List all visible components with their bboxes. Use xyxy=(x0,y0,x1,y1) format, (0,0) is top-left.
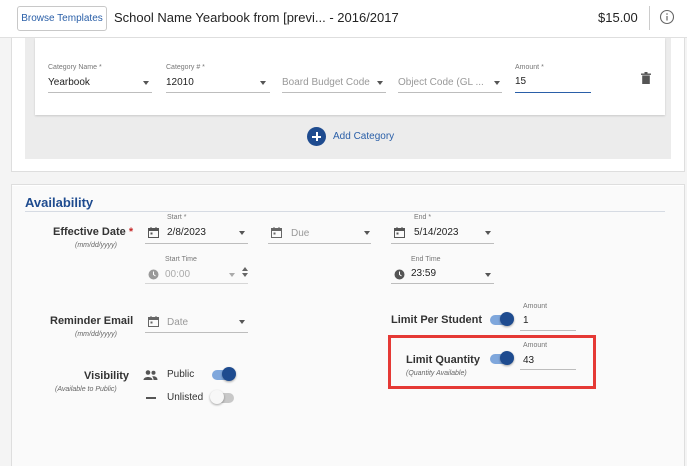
time-spinner-icon[interactable] xyxy=(242,266,248,278)
category-number-label: Category # * xyxy=(166,64,205,71)
chevron-down-icon[interactable] xyxy=(239,231,245,235)
board-budget-code-select[interactable]: Board Budget Code xyxy=(282,77,370,88)
people-icon xyxy=(143,370,158,380)
end-time-input[interactable]: 23:59 xyxy=(411,268,436,279)
visibility-label: Visibility xyxy=(84,370,130,382)
chevron-down-icon[interactable] xyxy=(260,81,266,85)
calendar-icon[interactable] xyxy=(148,316,159,327)
reminder-date-underline xyxy=(145,332,248,333)
due-date-input[interactable]: Due xyxy=(291,228,309,239)
end-date-underline xyxy=(391,243,494,244)
calendar-icon[interactable] xyxy=(148,227,159,238)
start-time-underline xyxy=(145,283,248,284)
object-code-underline xyxy=(398,92,502,93)
visibility-unlisted-label: Unlisted xyxy=(167,392,204,403)
reminder-email-format: (mm/dd/yyyy) xyxy=(75,331,117,338)
end-time-label: End Time xyxy=(411,256,441,263)
amount-underline xyxy=(515,92,591,93)
visibility-sub: (Available to Public) xyxy=(55,386,117,393)
highlight-box xyxy=(388,335,596,389)
effective-date-label: Effective Date * xyxy=(53,226,133,238)
visibility-public-label: Public xyxy=(167,369,195,380)
clock-icon xyxy=(148,269,159,280)
effective-date-format: (mm/dd/yyyy) xyxy=(75,242,117,249)
trash-icon[interactable] xyxy=(641,72,651,84)
page-header: Browse Templates School Name Yearbook fr… xyxy=(0,0,687,38)
end-date-label: End * xyxy=(414,214,432,221)
limit-per-student-label: Limit Per Student xyxy=(391,314,483,326)
effective-date-text: Effective Date xyxy=(53,226,126,238)
minus-icon xyxy=(146,397,156,399)
category-name-label: Category Name * xyxy=(48,64,102,71)
chevron-down-icon[interactable] xyxy=(377,81,383,85)
start-date-label: Start * xyxy=(167,214,187,221)
clock-icon xyxy=(394,269,405,280)
chevron-down-icon[interactable] xyxy=(494,81,500,85)
required-mark: * xyxy=(128,226,134,238)
limit-per-student-toggle[interactable] xyxy=(490,312,514,326)
chevron-down-icon[interactable] xyxy=(485,273,491,277)
toggle-knob xyxy=(500,312,514,326)
chevron-down-icon[interactable] xyxy=(364,231,370,235)
start-date-input[interactable]: 2/8/2023 xyxy=(167,227,206,238)
limit-per-student-underline xyxy=(520,330,576,331)
visibility-unlisted-toggle[interactable] xyxy=(210,390,234,404)
limit-per-student-amount-input[interactable]: 1 xyxy=(523,315,529,326)
calendar-icon[interactable] xyxy=(394,227,405,238)
category-number-underline xyxy=(166,92,270,93)
add-category-button[interactable]: Add Category xyxy=(307,127,403,147)
availability-title: Availability xyxy=(25,195,94,210)
browse-templates-button[interactable]: Browse Templates xyxy=(17,6,107,31)
category-name-underline xyxy=(48,92,152,93)
board-budget-underline xyxy=(282,92,386,93)
start-time-input[interactable]: 00:00 xyxy=(165,269,190,280)
header-divider xyxy=(649,6,650,30)
end-date-input[interactable]: 5/14/2023 xyxy=(414,227,459,238)
calendar-icon[interactable] xyxy=(271,227,282,238)
template-price: $15.00 xyxy=(598,10,638,25)
category-name-select[interactable]: Yearbook xyxy=(48,77,90,88)
reminder-date-input[interactable]: Date xyxy=(167,317,188,328)
plus-circle-icon xyxy=(307,127,326,146)
template-title: School Name Yearbook from [previ... - 20… xyxy=(114,10,399,25)
reminder-email-label: Reminder Email xyxy=(50,315,134,327)
due-date-underline xyxy=(268,243,371,244)
start-date-underline xyxy=(145,243,248,244)
toggle-knob xyxy=(210,390,224,404)
info-icon[interactable] xyxy=(659,9,675,25)
chevron-down-icon[interactable] xyxy=(229,273,235,277)
toggle-knob xyxy=(222,367,236,381)
category-number-select[interactable]: 12010 xyxy=(166,77,194,88)
add-category-label: Add Category xyxy=(333,131,395,142)
availability-title-rule xyxy=(25,211,665,212)
object-code-select[interactable]: Object Code (GL ... xyxy=(398,77,484,88)
amount-label: Amount * xyxy=(515,64,544,71)
visibility-public-toggle[interactable] xyxy=(212,367,236,381)
start-time-label: Start Time xyxy=(165,256,197,263)
end-time-underline xyxy=(391,283,494,284)
chevron-down-icon[interactable] xyxy=(485,231,491,235)
limit-per-student-amount-label: Amount xyxy=(523,303,548,310)
chevron-down-icon[interactable] xyxy=(239,320,245,324)
amount-input[interactable]: 15 xyxy=(515,76,526,87)
chevron-down-icon[interactable] xyxy=(143,81,149,85)
